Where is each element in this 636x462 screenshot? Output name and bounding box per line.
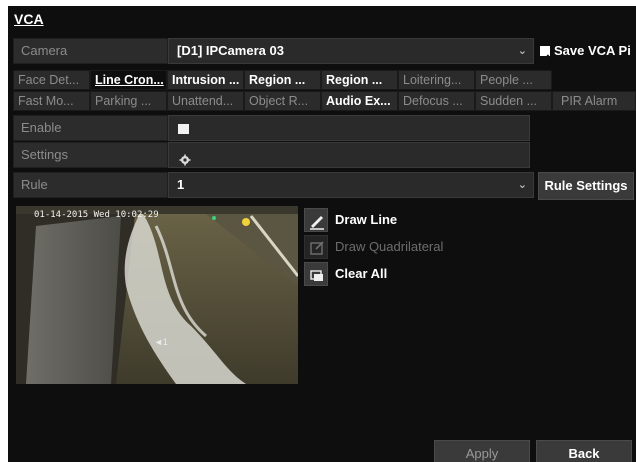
tab-label: Fast Mo... [18,94,74,108]
tab-label: Loitering... [403,73,462,87]
tab-fast-moving[interactable]: Fast Mo... [13,91,90,111]
tab-unattended-baggage[interactable]: Unattend... [167,91,244,111]
clear-icon [304,262,328,286]
pencil-icon [304,208,328,232]
draw-line-label: Draw Line [335,212,398,227]
clear-all-label: Clear All [335,266,388,281]
tab-people-gathering[interactable]: People ... [475,70,552,90]
save-vca-checkbox[interactable]: Save VCA Pi [540,38,636,64]
rule-label: Rule [13,172,168,198]
camera-select-value: [D1] IPCamera 03 [177,43,284,58]
video-channel-label: ◄1 [154,337,168,347]
tab-defocus[interactable]: Defocus ... [398,91,475,111]
back-button[interactable]: Back [536,440,632,462]
tab-label: Unattend... [172,94,234,108]
tab-label: Sudden ... [480,94,537,108]
tab-face-detection[interactable]: Face Det... [13,70,90,90]
camera-scene [16,206,298,384]
tab-label: Intrusion ... [172,73,240,87]
tab-parking[interactable]: Parking ... [90,91,167,111]
tab-label: Audio Ex... [326,94,391,108]
page-title: VCA [14,11,44,27]
draw-line-tool[interactable]: Draw Line [304,208,484,232]
tab-label: People ... [480,73,533,87]
apply-button[interactable]: Apply [434,440,530,462]
tab-audio-exception[interactable]: Audio Ex... [321,91,398,111]
enable-label: Enable [13,115,168,141]
quadrilateral-icon [304,235,328,259]
rule-select[interactable]: 1 ⌄ [168,172,534,198]
channel-number: 1 [162,337,168,347]
video-timestamp: 01-14-2015 Wed 10:02:29 [34,210,159,220]
rule-settings-button[interactable]: Rule Settings [538,172,634,200]
tab-object-removal[interactable]: Object R... [244,91,321,111]
tab-sudden-scene-change[interactable]: Sudden ... [475,91,552,111]
clear-all-tool[interactable]: Clear All [304,262,484,286]
tab-label: PIR Alarm [561,94,618,108]
camera-select[interactable]: [D1] IPCamera 03 ⌄ [168,38,534,64]
vca-window: VCA Camera [D1] IPCamera 03 ⌄ Save VCA P… [8,6,636,462]
tab-loitering[interactable]: Loitering... [398,70,475,90]
settings-label: Settings [13,142,168,168]
chevron-down-icon: ⌄ [517,45,527,57]
save-vca-label: Save VCA Pi [554,43,631,58]
tab-label: Region ... [326,73,383,87]
video-preview[interactable]: 01-14-2015 Wed 10:02:29 ◄1 [16,206,298,384]
chevron-down-icon: ⌄ [517,179,527,191]
tab-label: Region ... [249,73,306,87]
enable-row [168,115,530,141]
tab-label: Face Det... [18,73,80,87]
settings-row [168,142,530,168]
tab-label: Line Cron... [95,73,164,87]
tab-label: Defocus ... [403,94,463,108]
draw-quadrilateral-label: Draw Quadrilateral [335,239,444,254]
speaker-icon: ◄ [154,337,163,347]
draw-quadrilateral-tool[interactable]: Draw Quadrilateral [304,235,484,259]
tab-label: Object R... [249,94,309,108]
checkbox-checked-icon [540,46,550,62]
tab-region-exiting[interactable]: Region ... [321,70,398,90]
enable-checkbox[interactable] [178,124,189,134]
camera-label: Camera [13,38,168,64]
tab-pir-alarm[interactable]: PIR Alarm [552,91,636,111]
tab-intrusion[interactable]: Intrusion ... [167,70,244,90]
rule-select-value: 1 [177,177,185,192]
tab-line-crossing[interactable]: Line Cron... [90,70,167,90]
tab-region-entrance[interactable]: Region ... [244,70,321,90]
gear-icon[interactable] [179,150,191,166]
tab-label: Parking ... [95,94,152,108]
